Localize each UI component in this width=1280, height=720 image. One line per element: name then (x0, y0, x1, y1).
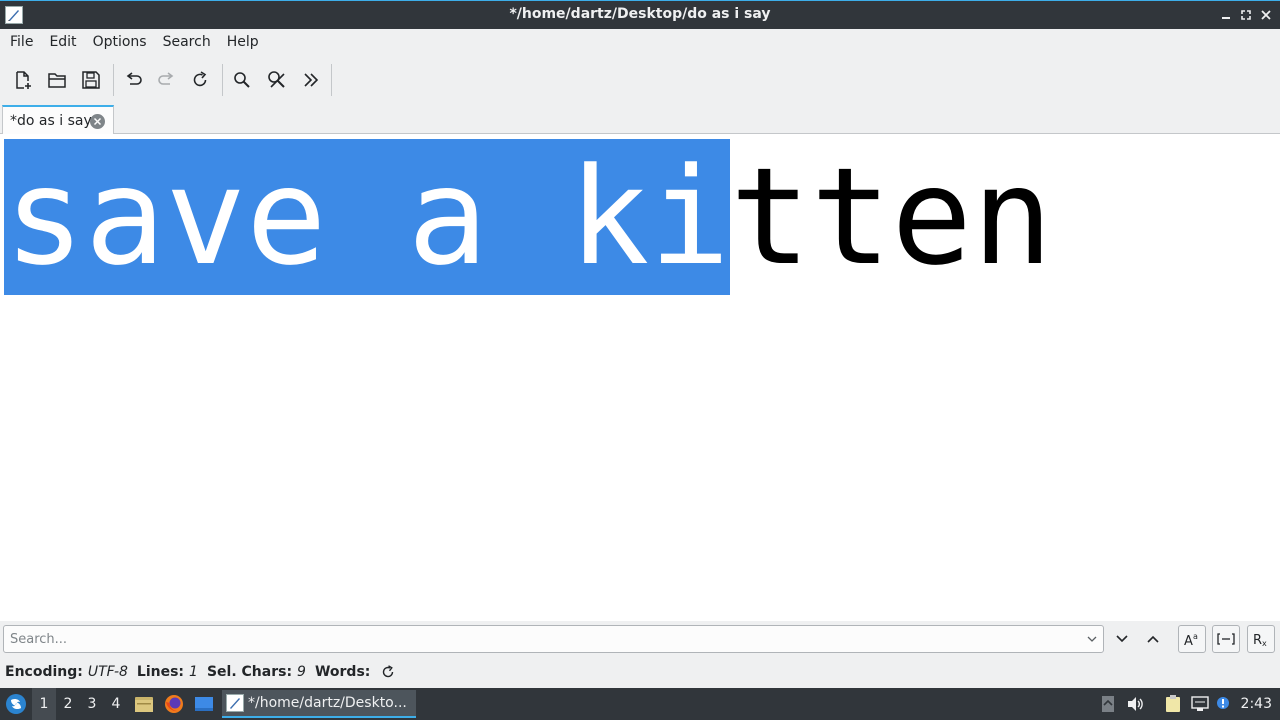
match-case-icon[interactable]: Aa (1178, 625, 1206, 653)
start-menu-icon[interactable] (2, 688, 30, 720)
refresh-word-count-icon[interactable] (380, 664, 396, 680)
lines-label: Lines: (136, 664, 185, 680)
svg-text:A: A (1184, 634, 1193, 648)
toolbar-separator (331, 64, 332, 96)
search-input[interactable] (4, 626, 1079, 652)
lines-value: 1 (189, 664, 198, 680)
desktop-icon[interactable] (192, 688, 216, 720)
menubar: File Edit Options Search Help (0, 29, 1280, 56)
toolbar (0, 56, 1280, 103)
tab-label: *do as i say (10, 113, 92, 129)
menu-search[interactable]: Search (155, 29, 219, 56)
open-folder-icon[interactable] (43, 66, 71, 94)
menu-options[interactable]: Options (85, 29, 155, 56)
regex-icon[interactable]: Rx (1247, 625, 1275, 653)
save-icon[interactable] (77, 66, 105, 94)
file-manager-icon[interactable] (132, 688, 156, 720)
tab-bar: *do as i say (0, 103, 1280, 135)
menu-file[interactable]: File (2, 29, 41, 56)
menu-edit[interactable]: Edit (41, 29, 84, 56)
reload-icon[interactable] (186, 66, 214, 94)
workspace-1[interactable]: 1 (32, 688, 56, 720)
chevron-up-icon (1147, 635, 1159, 643)
encoding-label: Encoding: (5, 664, 83, 680)
search-bar: Aa Rx (0, 621, 1280, 656)
tray-arrow-icon[interactable] (1098, 688, 1118, 720)
window-titlebar[interactable]: */home/dartz/Desktop/do as i say (0, 0, 1280, 29)
sel-chars-value: 9 (297, 664, 306, 680)
svg-text:a: a (1193, 632, 1198, 641)
menu-help[interactable]: Help (219, 29, 267, 56)
find-next-button[interactable] (1108, 625, 1136, 653)
whole-word-icon[interactable] (1212, 625, 1240, 653)
find-replace-icon[interactable] (263, 66, 291, 94)
text-editor[interactable]: save a kitten (0, 134, 1280, 621)
find-previous-button[interactable] (1139, 625, 1167, 653)
clock[interactable]: 2:43 (1241, 688, 1272, 720)
window-title: */home/dartz/Desktop/do as i say (509, 6, 771, 22)
featherpad-task-icon (226, 694, 244, 712)
words-label: Words: (314, 664, 371, 680)
search-combobox[interactable] (3, 625, 1104, 653)
minimize-icon[interactable] (1218, 7, 1234, 23)
update-notification-icon[interactable] (1214, 688, 1232, 720)
maximize-icon[interactable] (1238, 7, 1254, 23)
taskbar-window-button[interactable]: */home/dartz/Deskto... (222, 690, 416, 718)
svg-text:R: R (1253, 633, 1262, 648)
taskbar: 1 2 3 4 */home/dartz/Deskto... 2:43 (0, 688, 1280, 720)
unselected-text[interactable]: tten (730, 139, 1053, 295)
workspace-3[interactable]: 3 (80, 688, 104, 720)
firefox-icon[interactable] (162, 688, 186, 720)
encoding-value[interactable]: UTF-8 (88, 664, 128, 680)
volume-icon[interactable] (1125, 688, 1147, 720)
chevron-down-icon (1116, 635, 1128, 643)
redo-icon[interactable] (153, 66, 181, 94)
tab-do-as-i-say[interactable]: *do as i say (2, 105, 114, 135)
undo-icon[interactable] (119, 66, 147, 94)
tab-close-icon[interactable] (90, 114, 105, 129)
clipboard-icon[interactable] (1162, 688, 1184, 720)
status-bar: Encoding: UTF-8 Lines: 1 Sel. Chars: 9 W… (0, 656, 1280, 688)
network-icon[interactable] (1189, 688, 1211, 720)
sel-chars-label: Sel. Chars: (206, 664, 293, 680)
editor-line[interactable]: save a kitten (4, 139, 1053, 295)
toolbar-separator (113, 64, 114, 96)
chevron-down-icon[interactable] (1085, 632, 1099, 646)
selected-text[interactable]: save a ki (4, 139, 731, 295)
taskbar-window-label: */home/dartz/Deskto... (248, 695, 407, 711)
workspace-2[interactable]: 2 (56, 688, 80, 720)
more-icon[interactable] (297, 66, 325, 94)
svg-text:x: x (1262, 639, 1267, 648)
toolbar-separator (222, 64, 223, 96)
new-document-icon[interactable] (9, 66, 37, 94)
close-icon[interactable] (1258, 7, 1274, 23)
find-icon[interactable] (228, 66, 256, 94)
workspace-4[interactable]: 4 (104, 688, 128, 720)
